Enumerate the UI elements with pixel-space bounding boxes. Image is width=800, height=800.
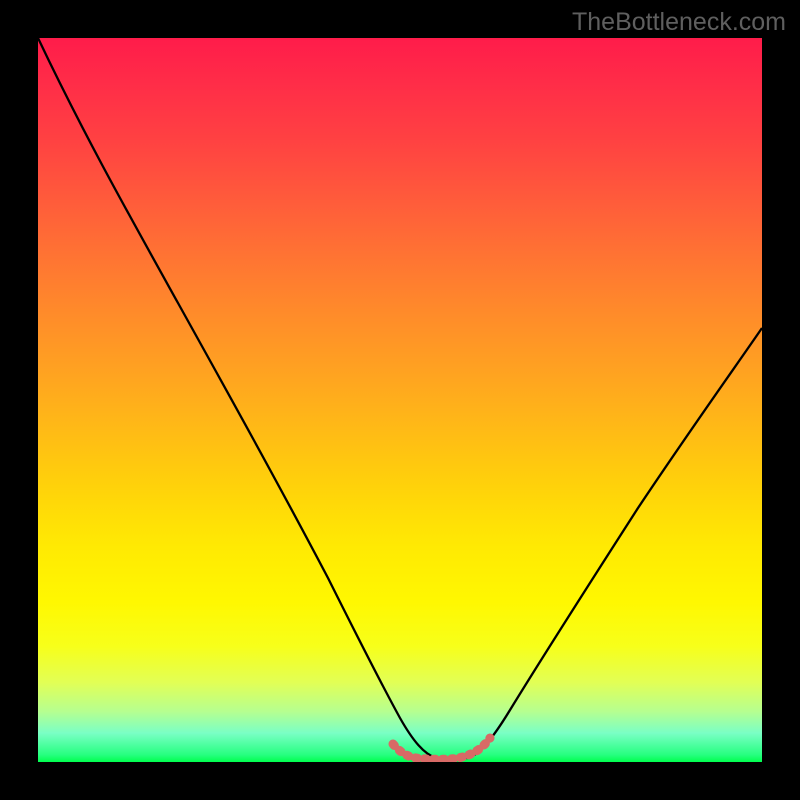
chart-frame: TheBottleneck.com	[0, 0, 800, 800]
watermark-text: TheBottleneck.com	[572, 8, 786, 37]
curve-path	[38, 38, 762, 758]
bottleneck-curve	[38, 38, 762, 762]
plot-area	[38, 38, 762, 762]
sweet-spot-marker	[393, 738, 490, 759]
